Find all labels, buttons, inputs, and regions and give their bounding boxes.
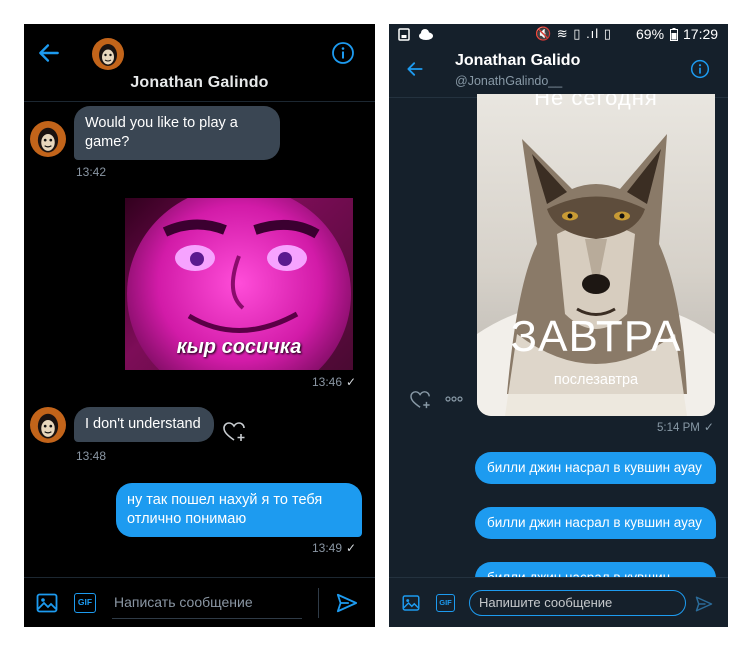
info-icon[interactable] <box>331 41 355 65</box>
conversation-header: Jonathan Galido @JonathGalindo__ <box>389 46 728 98</box>
message-timestamp: 13:42 <box>76 165 107 179</box>
message-bubble[interactable]: ну так пошел нахуй я то тебя отлично пон… <box>116 483 362 537</box>
message-bubble[interactable]: билли джин насрал в кувшин ауау <box>475 507 716 539</box>
input-underline <box>112 618 302 619</box>
check-icon: ✓ <box>346 541 357 555</box>
more-icon[interactable] <box>445 396 463 402</box>
avatar[interactable] <box>92 38 124 70</box>
gif-button[interactable]: GIF <box>74 593 96 613</box>
arrow-left-icon[interactable] <box>36 40 62 66</box>
message-input-placeholder: Напишите сообщение <box>479 595 613 610</box>
image-icon[interactable] <box>36 592 58 614</box>
message-input[interactable]: Написать сообщение <box>114 594 253 610</box>
cloud-icon <box>419 29 433 40</box>
divider <box>318 588 319 618</box>
left-screenshot: Jonathan Galindo Would you like to play … <box>24 24 375 627</box>
message-composer: GIF Напишите сообщение <box>389 577 728 627</box>
heart-plus-icon[interactable] <box>410 390 432 410</box>
contact-name[interactable]: Jonathan Galido <box>455 52 580 70</box>
message-timestamp: 13:49 ✓ <box>312 541 357 555</box>
gif-button[interactable]: GIF <box>436 594 455 612</box>
arrow-left-icon[interactable] <box>405 59 425 79</box>
battery-icon <box>670 28 678 41</box>
image-caption-small: послезавтра <box>553 372 639 388</box>
screenshot-icon <box>398 28 410 41</box>
message-timestamp: 13:46 ✓ <box>312 375 357 389</box>
message-bubble[interactable]: Would you like to play a game? <box>74 106 280 160</box>
image-caption-top: Не сегодня <box>534 94 658 110</box>
check-icon: ✓ <box>346 375 357 389</box>
message-timestamp: 13:48 <box>76 449 107 463</box>
image-caption: кыр сосичка <box>176 336 302 358</box>
send-icon[interactable] <box>695 595 713 613</box>
conversation-header: Jonathan Galindo <box>24 24 375 102</box>
message-image[interactable]: кыр сосичка <box>125 198 353 370</box>
message-image[interactable]: Не сегодня ЗАВТРА послезавтра <box>477 94 715 416</box>
image-caption-big: ЗАВТРА <box>510 312 682 361</box>
avatar[interactable] <box>30 407 66 443</box>
message-timestamp: 5:14 PM ✓ <box>657 420 714 434</box>
battery-percent: 69% <box>636 26 665 42</box>
message-bubble[interactable]: билли джин насрал в кувшин ауау <box>475 452 716 484</box>
image-icon[interactable] <box>402 594 420 612</box>
heart-plus-icon[interactable] <box>223 421 247 443</box>
contact-handle: @JonathGalindo__ <box>455 74 563 88</box>
avatar[interactable] <box>30 121 66 157</box>
status-icons: 🔇 ≋ ▯ .ıl ▯ <box>535 26 612 41</box>
check-icon: ✓ <box>703 420 714 434</box>
clock: 17:29 <box>683 26 719 42</box>
wolf-image <box>477 134 715 416</box>
right-screenshot: 🔇 ≋ ▯ .ıl ▯ 69% 17:29 Jonathan Galido @J… <box>389 24 728 627</box>
status-bar: 🔇 ≋ ▯ .ıl ▯ 69% 17:29 <box>389 24 728 46</box>
contact-name[interactable]: Jonathan Galindo <box>24 74 375 92</box>
info-icon[interactable] <box>690 59 710 79</box>
message-bubble[interactable]: I don't understand <box>74 407 214 442</box>
message-composer: GIF Написать сообщение <box>24 577 375 627</box>
send-icon[interactable] <box>336 592 358 614</box>
message-input[interactable]: Напишите сообщение <box>469 590 686 616</box>
